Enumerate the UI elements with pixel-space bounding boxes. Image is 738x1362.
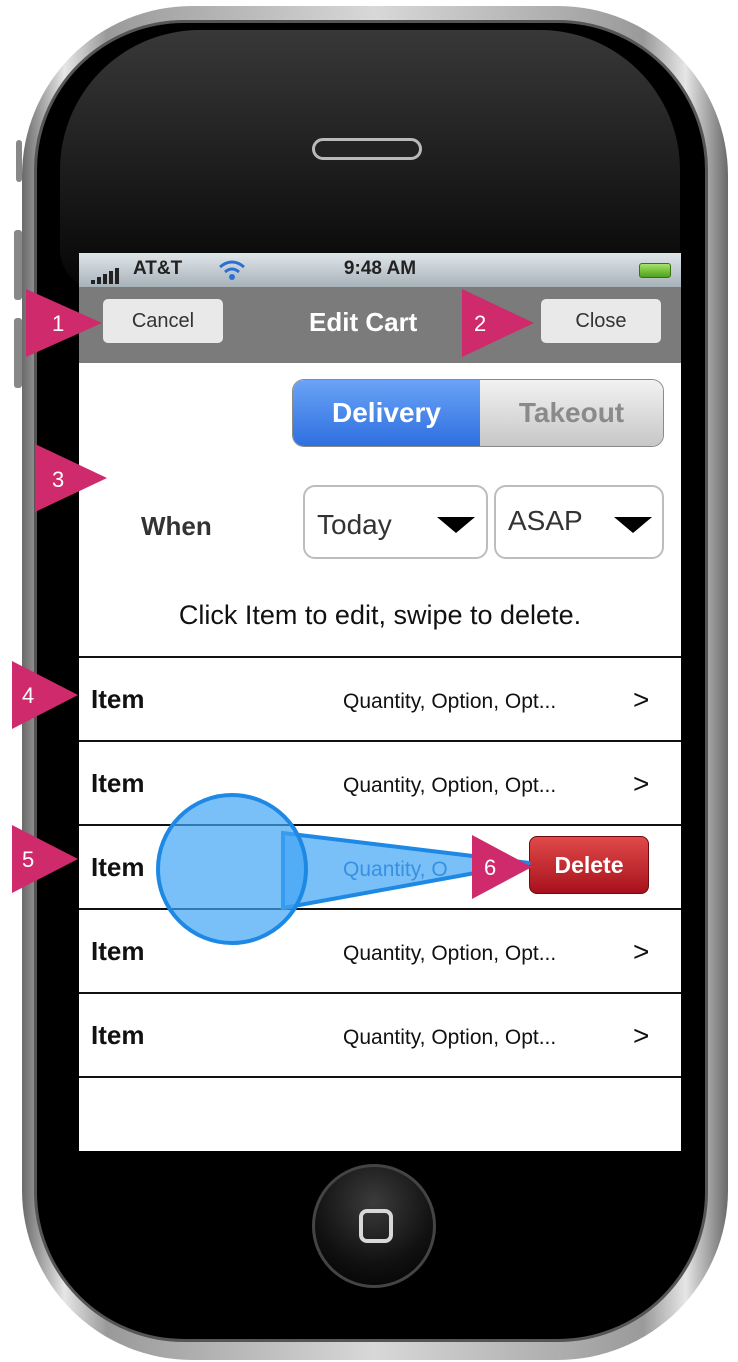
annotation-marker-icon	[472, 835, 532, 899]
item-detail: Quantity, Option, Opt...	[343, 1026, 557, 1049]
mute-switch	[16, 140, 22, 182]
page-title: Edit Cart	[309, 307, 418, 337]
annotation-number: 5	[22, 847, 35, 872]
caret-down-icon	[437, 517, 475, 533]
annotation-marker-icon	[35, 444, 107, 512]
home-square-icon	[359, 1209, 393, 1243]
time-dropdown[interactable]: ASAP	[494, 485, 664, 559]
cart-item-row[interactable]: Item Quantity, Option, Opt... >	[79, 908, 681, 992]
annotation-number: 2	[474, 311, 487, 336]
cart-item-row[interactable]: Item Quantity, Option, Opt... >	[79, 740, 681, 824]
annotation-number: 6	[484, 855, 497, 880]
item-name: Item	[91, 768, 145, 798]
cart-item-row-swiped[interactable]: Item Quantity, O > Delete	[79, 824, 681, 908]
volume-down-button	[14, 318, 22, 388]
item-name: Item	[91, 852, 145, 882]
caret-down-icon	[614, 517, 652, 533]
item-detail: Quantity, Option, Opt...	[343, 690, 557, 713]
segment-delivery[interactable]: Delivery	[293, 380, 480, 446]
annotation-marker-icon	[12, 661, 78, 729]
time-dropdown-value: ASAP	[508, 505, 583, 536]
item-name: Item	[91, 936, 145, 966]
chevron-right-icon: >	[633, 936, 650, 967]
item-detail: Quantity, Option, Opt...	[343, 942, 557, 965]
cart-item-row[interactable]: Item Quantity, Option, Opt... >	[79, 656, 681, 740]
close-button[interactable]: Close	[541, 299, 661, 343]
order-type-segmented-control: Delivery Takeout	[292, 379, 664, 447]
annotation-marker-icon	[12, 825, 78, 893]
delete-button[interactable]: Delete	[529, 836, 649, 894]
volume-up-button	[14, 230, 22, 300]
nav-bar: Cancel Edit Cart Close	[79, 287, 681, 363]
annotation-marker-icon	[462, 289, 534, 357]
status-bar: AT&T 9:48 AM	[79, 253, 681, 287]
item-detail: Quantity, Option, Opt...	[343, 774, 557, 797]
item-detail: Quantity, O	[343, 858, 448, 881]
phone-screen: AT&T 9:48 AM Cancel Edit Cart Close Deli…	[79, 253, 681, 1151]
cart-item-row[interactable]: Item Quantity, Option, Opt... >	[79, 992, 681, 1078]
item-name: Item	[91, 684, 145, 714]
annotation-number: 3	[52, 467, 65, 492]
earpiece-speaker	[312, 138, 422, 160]
instruction-text: Click Item to edit, swipe to delete.	[178, 600, 582, 630]
day-dropdown-value: Today	[317, 509, 392, 540]
cart-item-list: Item Quantity, Option, Opt... > Item Qua…	[79, 656, 681, 1078]
when-label: When	[141, 511, 212, 541]
phone-glass-reflection	[60, 30, 680, 290]
day-dropdown[interactable]: Today	[303, 485, 488, 559]
chevron-right-icon: >	[633, 768, 650, 799]
segment-takeout[interactable]: Takeout	[480, 380, 663, 446]
annotation-number: 4	[22, 683, 35, 708]
home-button[interactable]	[312, 1164, 436, 1288]
annotation-number: 1	[52, 311, 65, 336]
chevron-right-icon: >	[633, 684, 650, 715]
item-name: Item	[91, 1020, 145, 1050]
status-time: 9:48 AM	[343, 258, 417, 279]
chevron-right-icon: >	[633, 1020, 650, 1051]
cancel-button[interactable]: Cancel	[103, 299, 223, 343]
battery-icon	[639, 263, 671, 278]
